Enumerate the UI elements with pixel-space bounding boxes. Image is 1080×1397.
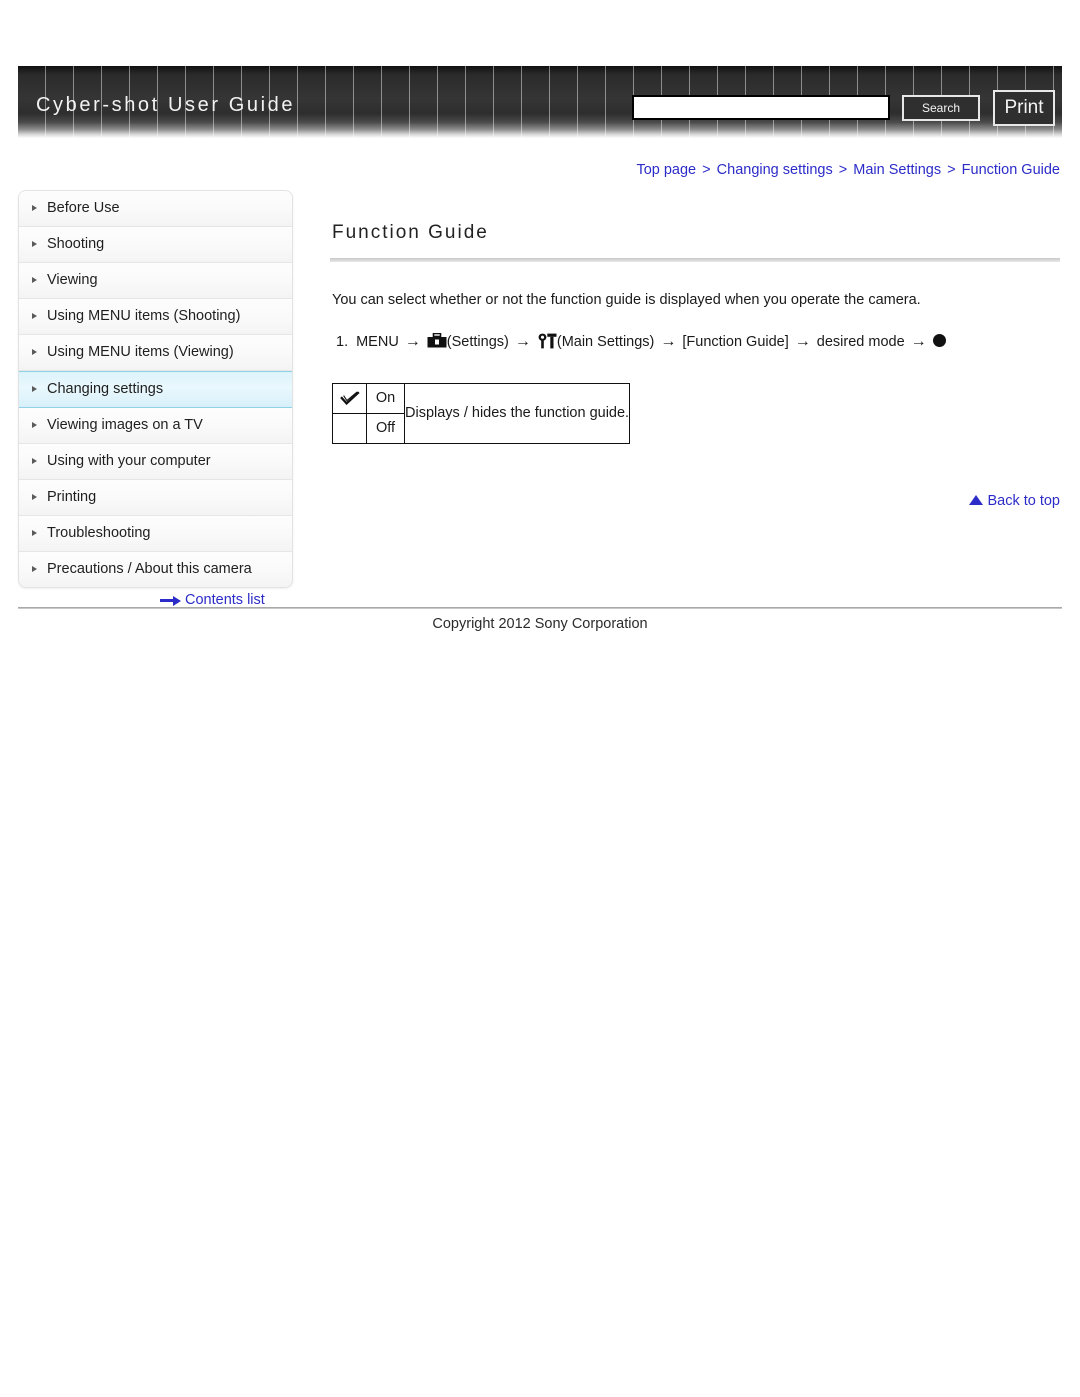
sidebar-item-using-menu-items-viewing[interactable]: Using MENU items (Viewing) — [19, 335, 292, 371]
intro-paragraph: You can select whether or not the functi… — [332, 292, 921, 308]
arrow-icon: → — [660, 333, 677, 351]
breadcrumb-item-function-guide[interactable]: Function Guide — [962, 162, 1060, 178]
footer-divider — [18, 607, 1062, 609]
title-divider — [330, 258, 1060, 262]
sidebar-item-label: Changing settings — [47, 381, 164, 397]
sidebar-item-label: Troubleshooting — [47, 525, 151, 541]
sidebar-item-label: Using MENU items (Shooting) — [47, 308, 241, 324]
page-title: Function Guide — [332, 222, 489, 243]
triangle-right-icon — [32, 422, 37, 428]
sidebar-item-label: Using MENU items (Viewing) — [47, 344, 234, 360]
breadcrumb-item-top-page[interactable]: Top page — [636, 162, 696, 178]
step-settings-label: (Settings) — [446, 334, 509, 351]
header-inner: Cyber-shot User Guide Search Print — [18, 66, 1062, 138]
triangle-right-icon — [32, 277, 37, 283]
sidebar-item-changing-settings[interactable]: Changing settings — [19, 371, 292, 408]
step-desired-mode-label: desired mode — [816, 334, 905, 351]
sidebar-item-label: Shooting — [47, 236, 105, 252]
sidebar-item-shooting[interactable]: Shooting — [19, 227, 292, 263]
table-row: On Displays / hides the function guide. — [332, 382, 631, 444]
sidebar-item-viewing-images-on-a-tv[interactable]: Viewing images on a TV — [19, 408, 292, 444]
copyright-text: Copyright 2012 Sony Corporation — [432, 616, 648, 632]
sidebar-item-label: Using with your computer — [47, 453, 211, 469]
option-description: Displays / hides the function guide. — [403, 382, 631, 444]
print-button[interactable]: Print — [993, 90, 1055, 126]
triangle-right-icon — [32, 349, 37, 355]
triangle-right-icon — [32, 386, 37, 392]
contents-list-label: Contents list — [185, 592, 265, 608]
arrow-icon: → — [794, 333, 811, 351]
step-function-guide-label: [Function Guide] — [682, 334, 789, 351]
arrow-icon: → — [514, 333, 531, 351]
control-button-icon — [932, 334, 946, 348]
contents-list-link[interactable]: Contents list — [160, 592, 265, 608]
brand-title: Cyber-shot User Guide — [36, 94, 296, 116]
triangle-right-icon — [32, 458, 37, 464]
breadcrumb-separator: > — [838, 162, 848, 178]
main-content: Function Guide You can select whether or… — [330, 222, 1060, 444]
back-to-top-link[interactable]: Back to top — [0, 493, 1060, 509]
sidebar-item-label: Viewing images on a TV — [47, 417, 203, 433]
sidebar-item-label: Before Use — [47, 200, 120, 216]
step-instruction: 1. MENU → (Settings) → (Main Settings) → [Fun… — [336, 329, 1060, 355]
arrow-icon: → — [910, 333, 927, 351]
wrench-toolbox-icon — [537, 333, 557, 349]
site-header: Cyber-shot User Guide Search Print — [18, 66, 1062, 138]
breadcrumb-item-changing-settings[interactable]: Changing settings — [717, 162, 833, 178]
step-number: 1. — [336, 334, 349, 351]
search-input[interactable] — [632, 95, 890, 120]
breadcrumb: Top page > Changing settings > Main Sett… — [0, 162, 1060, 178]
sidebar-item-before-use[interactable]: Before Use — [19, 191, 292, 227]
arrow-right-icon — [160, 595, 182, 606]
breadcrumb-separator: > — [947, 162, 956, 178]
back-to-top-label: Back to top — [987, 493, 1060, 509]
option-checkmark-cell[interactable] — [332, 382, 367, 414]
option-checkmark-cell-empty[interactable] — [332, 412, 367, 444]
option-label-off[interactable]: Off — [366, 412, 405, 444]
sidebar-item-label: Precautions / About this camera — [47, 561, 252, 577]
triangle-right-icon — [32, 530, 37, 536]
triangle-up-icon — [969, 495, 984, 505]
sidebar-item-precautions-about-this-camera[interactable]: Precautions / About this camera — [19, 552, 292, 587]
sidebar-item-using-menu-items-shooting[interactable]: Using MENU items (Shooting) — [19, 299, 292, 335]
toolbox-icon — [427, 332, 447, 348]
check-icon — [339, 391, 360, 406]
step-menu-label: MENU — [356, 334, 399, 351]
triangle-right-icon — [32, 241, 37, 247]
option-table: On Displays / hides the function guide. … — [332, 382, 631, 444]
triangle-right-icon — [32, 313, 37, 319]
sidebar-item-label: Viewing — [47, 272, 98, 288]
sidebar-item-viewing[interactable]: Viewing — [19, 263, 292, 299]
option-label-on[interactable]: On — [366, 382, 405, 414]
breadcrumb-item-main-settings[interactable]: Main Settings — [853, 162, 941, 178]
arrow-icon: → — [404, 333, 421, 351]
sidebar-item-troubleshooting[interactable]: Troubleshooting — [19, 516, 292, 552]
triangle-right-icon — [32, 205, 37, 211]
triangle-right-icon — [32, 566, 37, 572]
sidebar-nav: Before Use Shooting Viewing Using MENU i… — [18, 190, 293, 588]
search-button[interactable]: Search — [902, 95, 980, 121]
step-main-settings-label: (Main Settings) — [556, 334, 655, 351]
sidebar-item-using-with-your-computer[interactable]: Using with your computer — [19, 444, 292, 480]
breadcrumb-separator: > — [702, 162, 711, 178]
